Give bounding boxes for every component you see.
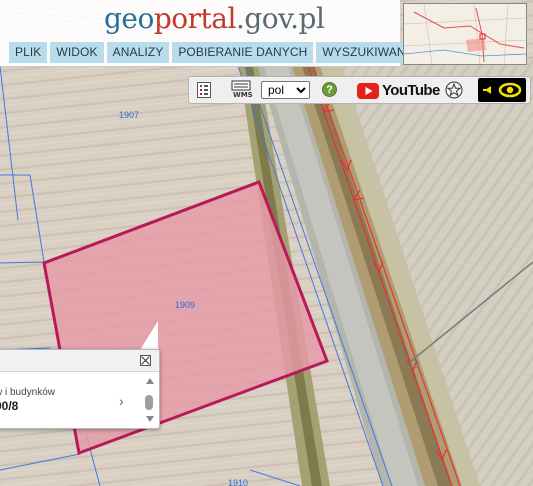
popup-subtitle: w i budynków bbox=[0, 387, 56, 398]
eye-icon bbox=[483, 82, 522, 98]
close-icon[interactable] bbox=[140, 355, 151, 366]
menu-item-analizy[interactable]: ANALIZY bbox=[106, 42, 170, 63]
header-bar: geoportal.gov.pl PLIK WIDOK ANALIZY POBI… bbox=[0, 0, 424, 67]
popup-scrollbar[interactable] bbox=[144, 378, 154, 425]
parcel-number: 90/8 bbox=[0, 399, 19, 413]
wms-icon[interactable]: WMS bbox=[231, 80, 253, 100]
scroll-down-arrow[interactable] bbox=[146, 416, 154, 422]
scroll-up-arrow[interactable] bbox=[146, 378, 154, 384]
menu-item-plik[interactable]: PLIK bbox=[9, 42, 48, 63]
help-icon[interactable]: ? bbox=[322, 82, 337, 97]
logo-part: geo bbox=[104, 2, 154, 35]
popup-body: w i budynków 90/8 › bbox=[0, 372, 159, 428]
main-menu: PLIK WIDOK ANALIZY POBIERANIE DANYCH WYS… bbox=[9, 42, 424, 63]
overview-map[interactable] bbox=[403, 3, 527, 65]
youtube-label: YouTube bbox=[382, 82, 440, 99]
youtube-button[interactable]: YouTube bbox=[357, 81, 440, 101]
info-popup: w i budynków 90/8 › bbox=[0, 349, 160, 429]
popup-header bbox=[0, 350, 159, 372]
list-icon[interactable] bbox=[197, 82, 211, 98]
menu-item-pobieranie-danych[interactable]: POBIERANIE DANYCH bbox=[172, 42, 314, 63]
wms-label: WMS bbox=[233, 91, 253, 99]
chevron-right-icon[interactable]: › bbox=[119, 393, 124, 409]
parcel-label: 1910 bbox=[228, 478, 249, 486]
scroll-thumb[interactable] bbox=[145, 395, 153, 410]
geoportal-logo[interactable]: geoportal.gov.pl bbox=[104, 2, 325, 35]
accessibility-button[interactable] bbox=[478, 78, 526, 102]
star-icon[interactable] bbox=[445, 81, 463, 99]
geoportal-app: 1907 1909 1910 geoportal.gov.pl PLIK WID… bbox=[0, 0, 533, 486]
parcel-label: 1909 bbox=[175, 300, 196, 310]
logo-part: .gov.pl bbox=[235, 2, 325, 35]
map-toolbar: WMS pol ? YouTube bbox=[188, 76, 531, 104]
parcel-label: 1907 bbox=[119, 110, 140, 120]
youtube-icon bbox=[357, 83, 379, 99]
language-select[interactable]: pol bbox=[261, 81, 310, 99]
logo-part: portal bbox=[153, 2, 237, 35]
menu-item-widok[interactable]: WIDOK bbox=[50, 42, 104, 63]
popup-pointer bbox=[140, 321, 158, 350]
